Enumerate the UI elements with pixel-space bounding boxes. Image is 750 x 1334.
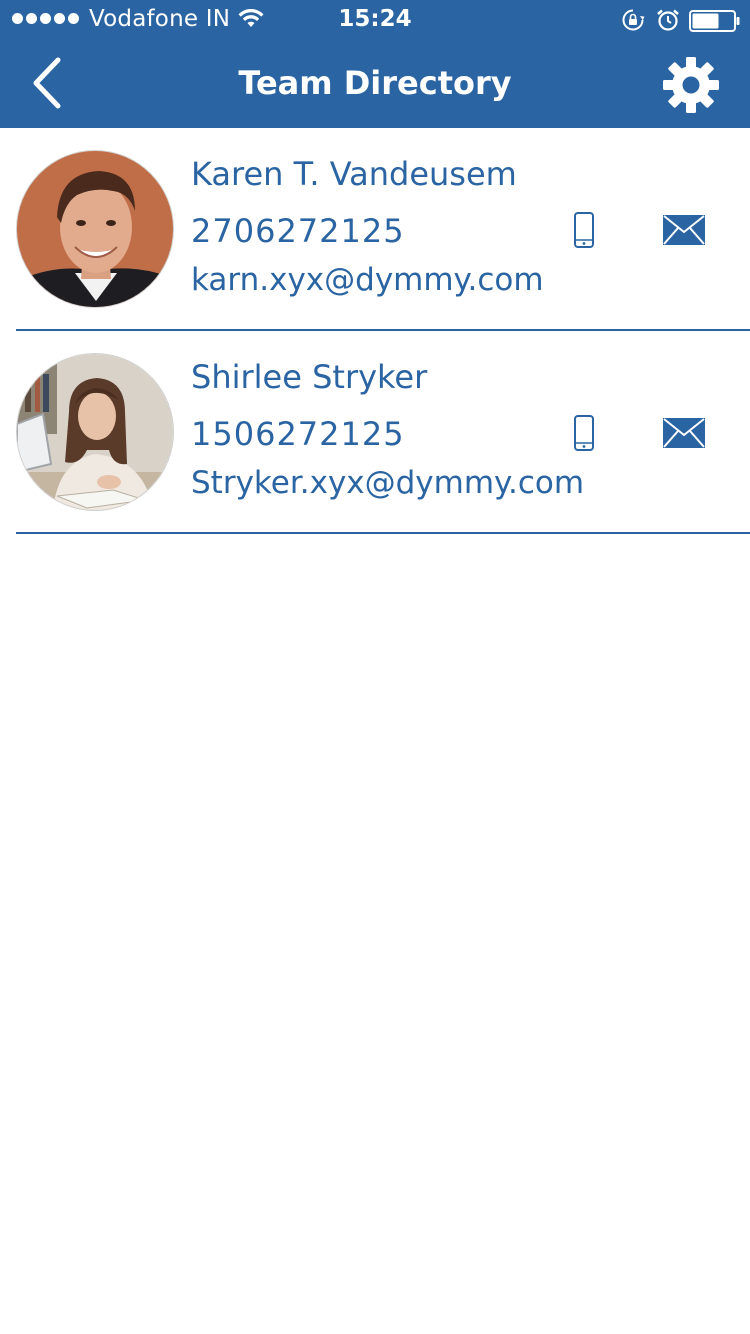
settings-button[interactable] — [662, 56, 720, 114]
alarm-clock-icon — [657, 9, 679, 31]
call-button[interactable] — [570, 212, 598, 248]
contact-row[interactable]: Karen T. Vandeusem 2706272125 karn.xyx@d… — [0, 128, 750, 331]
avatar — [16, 353, 174, 511]
contact-list: Karen T. Vandeusem 2706272125 karn.xyx@d… — [0, 128, 750, 534]
row-divider — [16, 532, 750, 534]
page-title: Team Directory — [238, 64, 512, 102]
contact-email-address: Stryker.xyx@dymmy.com — [191, 465, 585, 501]
contact-name: Karen T. Vandeusem — [191, 155, 517, 193]
contact-phone-number: 2706272125 — [191, 212, 405, 250]
rotation-lock-icon — [622, 9, 645, 31]
envelope-icon — [663, 418, 705, 448]
mobile-phone-icon — [574, 415, 594, 451]
call-button[interactable] — [570, 415, 598, 451]
navigation-bar: Team Directory — [0, 40, 750, 128]
battery-icon — [689, 10, 740, 32]
mobile-phone-icon — [574, 212, 594, 248]
avatar — [16, 150, 174, 308]
email-button[interactable] — [662, 214, 706, 246]
header: Vodafone IN 15:24 Team Directory — [0, 0, 750, 128]
status-bar: Vodafone IN 15:24 — [0, 0, 750, 40]
man-portrait-image — [17, 151, 173, 307]
contact-phone-number: 1506272125 — [191, 415, 405, 453]
email-button[interactable] — [662, 417, 706, 449]
envelope-icon — [663, 215, 705, 245]
woman-reading-portrait-image — [17, 354, 173, 510]
contact-row[interactable]: Shirlee Stryker 1506272125 Stryker.xyx@d… — [0, 331, 750, 534]
gear-icon — [663, 57, 719, 113]
contact-name: Shirlee Stryker — [191, 358, 428, 396]
team-directory-screen: Vodafone IN 15:24 Team Directory Karen T… — [0, 0, 750, 1334]
contact-email-address: karn.xyx@dymmy.com — [191, 262, 544, 298]
